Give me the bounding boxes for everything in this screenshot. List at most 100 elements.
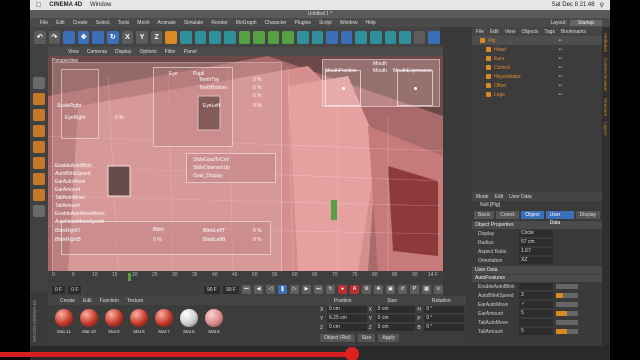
dock-tab-attributes[interactable]: Attributes [603,33,608,52]
object-mode-icon[interactable] [33,109,45,121]
tool-a-icon[interactable] [355,30,368,44]
object-menu-view[interactable]: View [505,29,516,35]
tab-basic[interactable]: Basic [474,211,495,219]
tool-f-icon[interactable] [428,30,441,44]
model-mode-icon[interactable] [33,93,45,105]
blink-control[interactable] [61,221,271,255]
tool-d-icon[interactable] [399,30,411,44]
object-menu-bookmarks[interactable]: Bookmarks [561,29,586,35]
position-field[interactable]: 0 cm [327,324,367,331]
user-data-slider[interactable] [556,302,578,307]
position-field[interactable]: 0 cm [327,306,367,313]
attribute-menu-edit[interactable]: Edit [495,194,504,200]
apply-button[interactable]: Apply [378,334,399,342]
material-item[interactable]: Mat.8 [129,309,149,334]
user-data-value[interactable] [519,319,553,326]
menu-help[interactable]: Help [366,20,376,26]
app-menu[interactable]: CINEMA 4D [49,2,82,8]
material-menu-texture[interactable]: Texture [127,298,143,304]
timeline-menu-icon[interactable]: ≡ [434,285,443,294]
menu-mesh[interactable]: Mesh [137,20,149,26]
polygon-mode-icon[interactable] [33,189,45,201]
size-field[interactable]: 0 cm [375,324,416,331]
axis-mode-icon[interactable] [33,141,45,153]
coordinate-system-icon[interactable] [165,30,178,44]
visibility-dots-icon[interactable]: •• [558,56,562,62]
object-menu-file[interactable]: File [476,29,484,35]
render-view-icon[interactable] [180,30,192,44]
visibility-dots-icon[interactable]: •• [558,65,562,71]
tab-object[interactable]: Object [521,211,544,219]
menu-file[interactable]: File [40,20,48,26]
menu-select[interactable]: Select [96,20,110,26]
scale-key-icon[interactable]: ▣ [386,285,395,294]
start-frame-field[interactable]: 0 F [52,285,66,294]
go-to-end-icon[interactable]: ⏭ [314,285,323,294]
object-menu-edit[interactable]: Edit [490,29,499,35]
user-data-slider[interactable] [556,293,578,298]
redo-icon[interactable]: ↷ [48,30,61,44]
menu-render[interactable]: Render [211,20,227,26]
material-item[interactable]: Mat.7 [154,309,174,334]
layout-selector[interactable]: Layout: Startup [550,19,602,26]
menu-character[interactable]: Character [265,20,287,26]
visibility-dots-icon[interactable]: •• [558,47,562,53]
visibility-dots-icon[interactable]: •• [558,38,562,44]
menu-script[interactable]: Script [319,20,332,26]
property-value[interactable]: 57 cm [519,239,553,246]
z-axis-icon[interactable]: Z [150,30,163,44]
coord-size-select[interactable]: Size [357,334,376,342]
playhead[interactable] [128,273,131,281]
user-data-value[interactable]: 5 [519,310,553,317]
object-menu-tags[interactable]: Tags [544,29,555,35]
size-field[interactable]: 0 cm [375,306,416,313]
rotation-field[interactable]: 0 ° [424,306,465,313]
apple-icon[interactable]:  [36,2,41,9]
object-row[interactable]: Legs •• [472,90,602,99]
prev-key-icon[interactable]: ◀ [254,285,263,294]
key-selection-icon[interactable]: ⚙ [362,285,371,294]
property-value[interactable]: XZ [519,257,553,264]
tab-coord[interactable]: Coord. [496,211,520,219]
material-item[interactable]: Mat.11 [54,309,74,334]
user-data-slider[interactable] [556,284,578,289]
mouth-control-panel[interactable]: Mouth MouthPosition Mouth MouthExpressio… [322,59,440,107]
autokey-icon[interactable]: A [350,285,359,294]
viewport-menu-panel[interactable]: Panel [184,49,197,55]
viewport-menu-view[interactable]: View [68,49,79,55]
array-icon[interactable] [282,30,294,44]
record-icon[interactable]: ● [338,285,347,294]
material-menu-function[interactable]: Function [100,298,119,304]
menu-mograph[interactable]: MoGraph [236,20,257,26]
material-item[interactable]: Mat.10 [79,309,99,334]
light-icon[interactable] [340,30,353,44]
deformer-icon[interactable] [296,30,309,44]
subdivision-icon[interactable] [267,30,280,44]
perspective-viewport[interactable]: View Cameras Display Options Filter Panel Per… [48,47,443,271]
visibility-dots-icon[interactable]: •• [558,92,562,98]
property-value[interactable]: Circle [519,230,553,237]
material-preview[interactable] [105,309,123,327]
menu-plugins[interactable]: Plugins [295,20,311,26]
eye-control[interactable] [153,67,233,147]
rotate-icon[interactable]: ↻ [107,30,119,44]
material-item[interactable]: Mat.9 [104,309,124,334]
attribute-menu-mode[interactable]: Mode [476,194,489,200]
material-menu-create[interactable]: Create [60,298,75,304]
material-preview[interactable] [80,309,98,327]
live-select-icon[interactable] [63,30,75,44]
camera-icon[interactable] [326,30,338,44]
dock-tab-layers[interactable]: Layers [603,122,608,136]
visibility-dots-icon[interactable]: •• [558,83,562,89]
tab-user-data[interactable]: User Data [545,211,574,226]
next-frame-icon[interactable]: ▷ [290,285,299,294]
menu-edit[interactable]: Edit [56,20,65,26]
menu-create[interactable]: Create [73,20,88,26]
floor-icon[interactable] [311,30,324,44]
viewport-menu-cameras[interactable]: Cameras [87,49,107,55]
attribute-menu-user-data[interactable]: User Data [509,194,532,200]
point-mode-icon[interactable] [33,157,45,169]
timeline-ruler[interactable]: 14 F 0 5 10 15 20 25 30 35 40 45 50 55 60 65 70 75 80 85 9… [48,271,443,283]
play-icon[interactable]: ❚ [278,285,287,294]
size-field[interactable]: 0 cm [375,315,416,322]
